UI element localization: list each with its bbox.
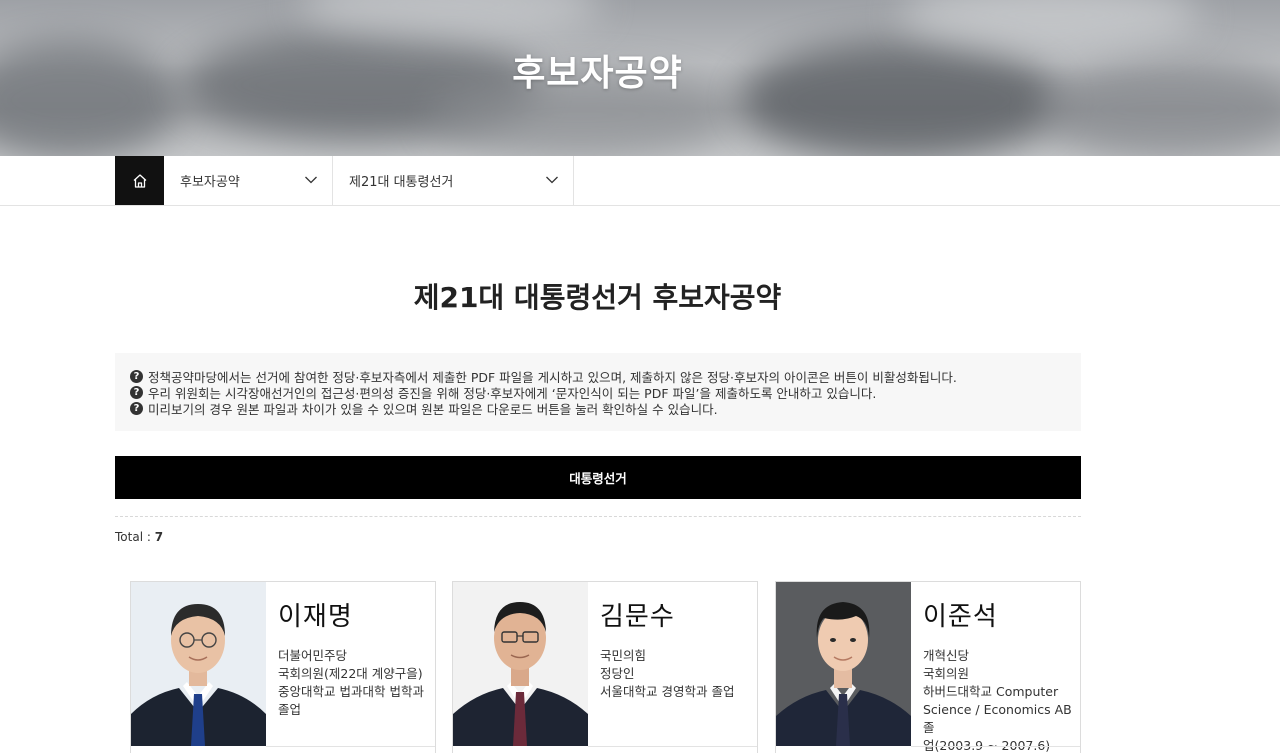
question-circle-icon: ?: [130, 385, 143, 399]
total-value: 7: [154, 530, 164, 544]
total-label: Total :: [115, 530, 155, 544]
candidate-detail: 정당인: [600, 666, 635, 681]
candidate-detail: 졸업: [278, 702, 302, 717]
divider: [115, 516, 1081, 517]
candidate-name: 김문수: [600, 602, 675, 632]
card-divider: [588, 746, 757, 747]
notice-line: ? 미리보기의 경우 원본 파일과 차이가 있을 수 있으며 원본 파일은 다운…: [130, 400, 1066, 417]
location-navbar: 후보자공약 제21대 대통령선거: [0, 156, 1280, 206]
chevron-down-icon: [546, 176, 558, 184]
notice-text: 미리보기의 경우 원본 파일과 차이가 있을 수 있으며 원본 파일은 다운로드…: [148, 401, 718, 417]
page-title: 제21대 대통령선거 후보자공약: [413, 281, 782, 314]
candidate-card[interactable]: 김문수 국민의힘 정당인 서울대학교 경영학과 졸업: [452, 581, 758, 753]
candidate-card[interactable]: 이준석 개혁신당 국회의원 하버드대학교 Computer Science / …: [775, 581, 1081, 753]
candidate-detail: 중앙대학교 법과대학 법학과: [278, 684, 424, 699]
candidate-photo: [453, 582, 588, 746]
chevron-down-icon: [305, 176, 317, 184]
candidate-detail: 개혁신당: [923, 648, 970, 663]
candidate-photo: [131, 582, 266, 746]
candidate-detail: 하버드대학교 Computer: [923, 684, 1059, 699]
candidate-name: 이준석: [923, 602, 998, 632]
candidate-detail: 서울대학교 경영학과 졸업: [600, 684, 735, 699]
notice-box: ? 정책공약마당에서는 선거에 참여한 정당·후보자측에서 제출한 PDF 파일…: [115, 353, 1081, 431]
candidate-detail: 국민의힘: [600, 648, 647, 663]
card-divider: [911, 746, 1080, 747]
candidate-detail: 국회의원(제22대 계양구을): [278, 666, 423, 681]
candidate-detail: 업(2003.9 ~ 2007.6): [923, 738, 1051, 753]
home-button[interactable]: [115, 156, 164, 205]
candidate-info: 이준석 개혁신당 국회의원 하버드대학교 Computer Science / …: [923, 596, 1073, 753]
candidate-info: 이재명 더불어민주당 국회의원(제22대 계양구을) 중앙대학교 법과대학 법학…: [278, 596, 428, 719]
card-divider: [266, 746, 435, 747]
total-count: Total : 7: [115, 530, 163, 544]
hero-banner: 후보자공약: [0, 0, 1280, 156]
candidate-info: 김문수 국민의힘 정당인 서울대학교 경영학과 졸업: [600, 596, 750, 701]
nav-dropdown-election-label: 제21대 대통령선거: [349, 175, 454, 190]
tab-label: 대통령선거: [569, 471, 627, 486]
candidate-detail: 국회의원: [923, 666, 970, 681]
hero-title: 후보자공약: [512, 53, 683, 94]
nav-dropdown-category-label: 후보자공약: [180, 175, 240, 190]
candidate-detail: 더불어민주당: [278, 648, 348, 663]
question-circle-icon: ?: [130, 369, 143, 383]
candidate-photo: [776, 582, 911, 746]
nav-dropdown-category[interactable]: 후보자공약: [164, 156, 333, 205]
home-icon: [133, 173, 146, 188]
nav-dropdown-election[interactable]: 제21대 대통령선거: [333, 156, 574, 205]
question-circle-icon: ?: [130, 401, 143, 415]
tab-presidential-election[interactable]: 대통령선거: [115, 456, 1081, 499]
candidate-card[interactable]: 이재명 더불어민주당 국회의원(제22대 계양구을) 중앙대학교 법과대학 법학…: [130, 581, 436, 753]
candidate-name: 이재명: [278, 602, 353, 632]
candidate-detail: Science / Economics AB 졸: [923, 702, 1072, 735]
